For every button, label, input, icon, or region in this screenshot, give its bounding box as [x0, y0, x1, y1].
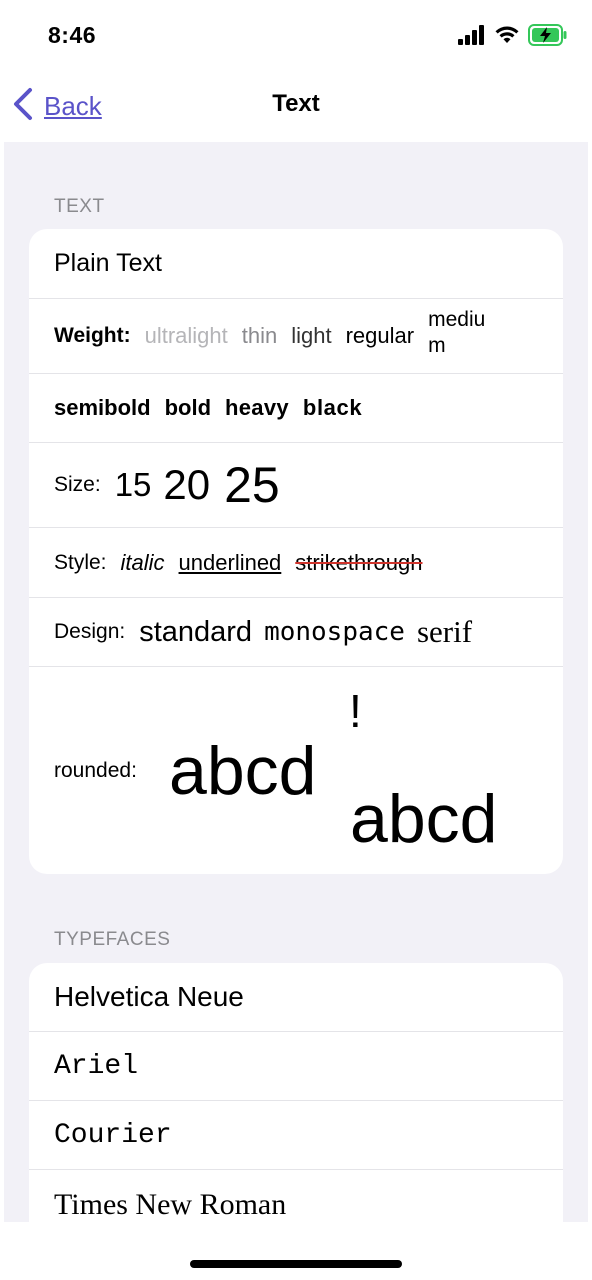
style-italic: italic — [120, 549, 165, 575]
size-15: 15 — [114, 466, 152, 503]
status-time: 8:46 — [48, 22, 97, 48]
cellular-signal-icon — [458, 24, 486, 50]
section-header-typefaces: TYPEFACES — [54, 929, 171, 950]
battery-charging-icon — [528, 23, 568, 51]
status-bar: 8:46 — [0, 0, 592, 72]
text-card: Plain Text Weight: ultralight thin light… — [29, 229, 563, 874]
size-row: Size: 15 20 25 — [29, 443, 563, 528]
rounded-row: rounded: abcd ! abcd — [29, 667, 563, 874]
weight-ultralight: ultralight — [144, 323, 228, 348]
weight-label: Weight: — [54, 324, 131, 347]
design-standard: standard — [139, 615, 253, 648]
rounded-exclamation: ! — [349, 685, 362, 737]
wifi-icon — [494, 25, 520, 50]
rounded-small-text: abcd — [350, 781, 498, 857]
rounded-large-text: abcd — [169, 733, 317, 809]
typeface-courier-text: Courier — [54, 1119, 172, 1151]
typeface-ariel: Ariel — [29, 1032, 563, 1101]
scroll-content[interactable]: TEXT Plain Text Weight: ultralight thin … — [4, 142, 588, 1222]
home-indicator[interactable] — [190, 1260, 402, 1268]
weight-bold: bold — [164, 395, 212, 420]
weight-thin: thin — [241, 323, 278, 348]
typeface-times-text: Times New Roman — [54, 1187, 287, 1221]
size-label: Size: — [54, 473, 101, 496]
typeface-times: Times New Roman — [29, 1170, 563, 1222]
size-25: 25 — [224, 457, 280, 513]
typeface-ariel-text: Ariel — [54, 1050, 139, 1082]
design-label: Design: — [54, 620, 126, 643]
weight-medium-line1: mediu — [428, 308, 486, 331]
design-monospace: monospace — [264, 617, 405, 647]
status-icons — [458, 23, 568, 51]
weight-black: black — [302, 395, 363, 420]
home-indicator-area — [0, 1222, 592, 1280]
weight-medium: mediu m — [428, 307, 485, 359]
typeface-courier: Courier — [29, 1101, 563, 1170]
weight-light: light — [291, 323, 332, 348]
typeface-helvetica-text: Helvetica Neue — [54, 981, 244, 1012]
style-row: Style: italic underlined strikethrough — [29, 528, 563, 598]
weight-semibold: semibold — [54, 395, 151, 420]
design-row: Design: standard monospace serif — [29, 598, 563, 667]
weight-medium-line2: m — [428, 334, 446, 357]
size-20: 20 — [163, 461, 211, 508]
weight-regular: regular — [345, 323, 415, 348]
style-label: Style: — [54, 550, 107, 574]
navigation-bar: Back Text — [0, 72, 592, 142]
rounded-label: rounded: — [54, 759, 137, 782]
typefaces-card: Helvetica Neue Ariel Courier Times New R… — [29, 963, 563, 1222]
page-title: Text — [272, 90, 320, 117]
style-strikethrough: strikethrough — [295, 549, 423, 575]
weight-row-bold: semibold bold heavy black — [29, 374, 563, 443]
plain-text: Plain Text — [54, 249, 162, 277]
style-underlined: underlined — [178, 549, 282, 575]
section-header-text: TEXT — [54, 196, 105, 217]
design-serif: serif — [416, 614, 473, 649]
weight-row: Weight: ultralight thin light regular me… — [29, 299, 563, 374]
weight-heavy: heavy — [225, 395, 289, 420]
typeface-helvetica: Helvetica Neue — [29, 963, 563, 1032]
plain-text-row: Plain Text — [29, 229, 563, 299]
